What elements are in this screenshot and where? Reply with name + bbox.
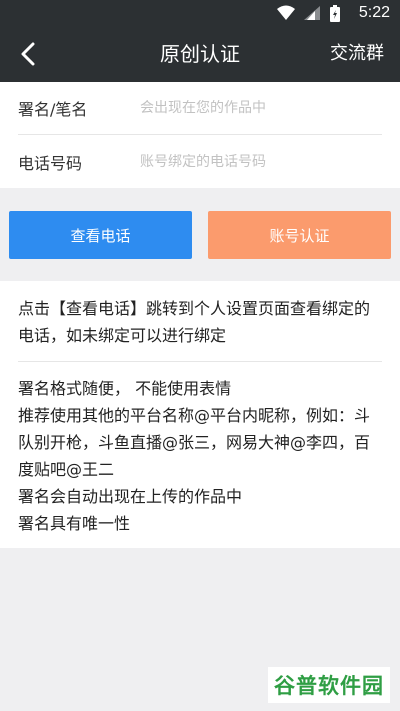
signature-rules: 署名格式随便， 不能使用表情 推荐使用其他的平台名称@平台内昵称，例如：斗队别开…: [18, 375, 382, 537]
view-phone-button[interactable]: 查看电话: [9, 211, 192, 259]
signature-label: 署名/笔名: [18, 100, 88, 119]
verify-account-button[interactable]: 账号认证: [208, 211, 391, 259]
signal-icon: [303, 5, 321, 21]
phone-row: 电话号码: [18, 135, 382, 188]
verification-form: 署名/笔名 电话号码: [0, 82, 400, 188]
info-panel: 点击【查看电话】跳转到个人设置页面查看绑定的电话，如未绑定可以进行绑定 署名格式…: [0, 281, 400, 548]
signature-input[interactable]: [140, 100, 382, 116]
battery-icon: [329, 5, 347, 22]
signature-row: 署名/笔名: [18, 82, 382, 135]
rule-line: 署名格式随便， 不能使用表情: [18, 379, 232, 398]
phone-input[interactable]: [140, 153, 382, 170]
group-chat-button[interactable]: 交流群: [330, 26, 384, 82]
rule-line: 署名具有唯一性: [18, 514, 131, 533]
wifi-icon: [276, 5, 295, 21]
rule-line: 署名会自动出现在上传的作品中: [18, 487, 243, 506]
rule-line: 推荐使用其他的平台名称@平台内昵称，例如：斗队别开枪，斗鱼直播@张三，网易大神@…: [18, 406, 371, 479]
phone-label: 电话号码: [18, 153, 83, 173]
back-button[interactable]: [10, 36, 46, 72]
phone-hint-text: 点击【查看电话】跳转到个人设置页面查看绑定的电话，如未绑定可以进行绑定: [18, 299, 371, 345]
status-time: 5:22: [358, 4, 390, 21]
divider: [18, 361, 382, 362]
watermark-logo: 谷普软件园: [268, 667, 390, 703]
status-bar: 5:22: [0, 0, 400, 26]
page-title: 原创认证: [160, 42, 240, 66]
chevron-left-icon: [21, 42, 35, 66]
nav-bar: 原创认证 交流群: [0, 26, 400, 82]
